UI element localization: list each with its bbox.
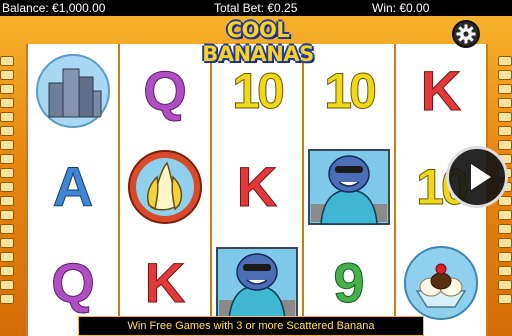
banana-split-sundae-icon <box>404 246 478 320</box>
gear-icon[interactable] <box>452 20 480 48</box>
city-skyline-icon <box>36 54 110 128</box>
gorilla-wild-icon <box>216 247 298 321</box>
symbol-banana <box>120 140 210 234</box>
symbol-q: Q <box>143 59 188 122</box>
game-logo: COOL BANANAS <box>202 18 314 66</box>
reel-1: A Q <box>26 44 120 336</box>
reel-4: 10 9 <box>302 44 396 336</box>
symbol-k: K <box>420 59 462 122</box>
play-button[interactable] <box>446 146 508 208</box>
symbol-k: K <box>236 155 278 218</box>
symbol-gorilla <box>304 140 394 234</box>
play-icon <box>471 164 491 190</box>
reel-2: Q K <box>118 44 212 336</box>
scatter-message: Win Free Games with 3 or more Scattered … <box>78 316 424 336</box>
total-bet-display: Total Bet: €0.25 <box>214 1 298 15</box>
left-payline-markers <box>0 56 14 326</box>
reel-3: 10 K <box>210 44 304 336</box>
symbol-10: 10 <box>324 63 378 119</box>
status-bar: Balance: €1,000.00 Total Bet: €0.25 Win:… <box>0 0 512 16</box>
banana-scatter-icon <box>128 150 202 224</box>
balance-display: Balance: €1,000.00 <box>2 1 106 15</box>
gorilla-wild-icon <box>308 149 390 225</box>
win-display: Win: €0.00 <box>372 1 430 15</box>
settings-gear-svg <box>456 24 476 44</box>
symbol-city <box>28 44 118 138</box>
symbol-a: A <box>52 155 94 218</box>
